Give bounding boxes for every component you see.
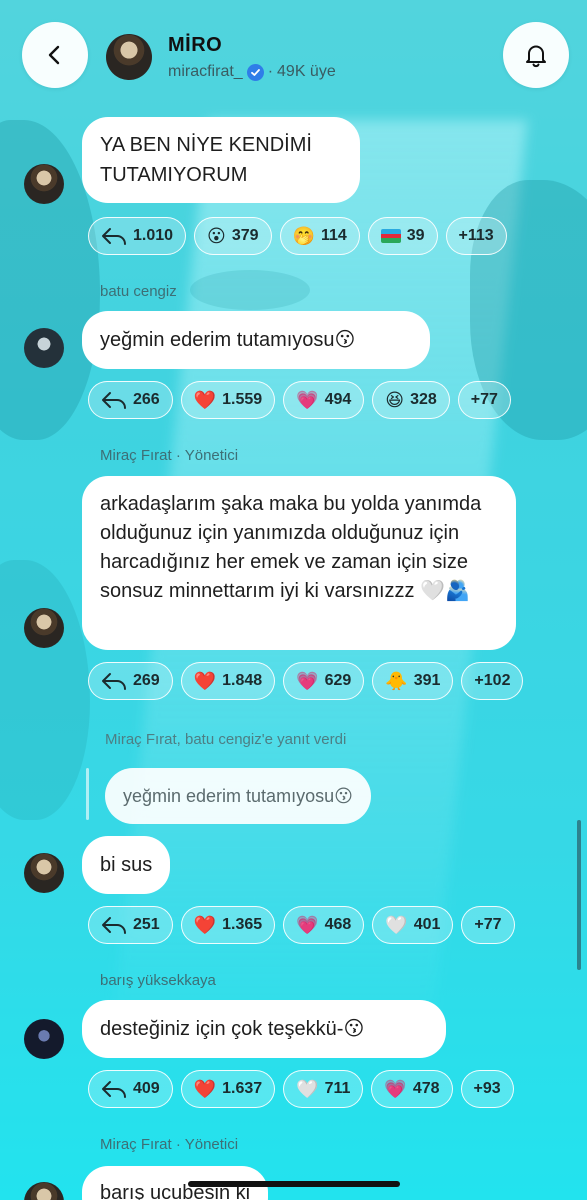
reply-icon [101, 1080, 127, 1098]
sender-avatar[interactable] [24, 328, 64, 368]
more-reactions-chip[interactable]: +113 [445, 217, 507, 255]
message-bubble[interactable]: desteğiniz için çok teşekkü-😗 [82, 1000, 446, 1058]
message-text: desteğiniz için çok teşekkü-😗 [100, 1018, 365, 1040]
sender-avatar[interactable] [24, 608, 64, 648]
sender-avatar[interactable] [24, 1182, 64, 1200]
reaction-chip[interactable]: ❤️ 1.848 [180, 662, 276, 700]
more-reactions-chip[interactable]: +77 [461, 906, 515, 944]
bell-icon [526, 45, 546, 68]
admin-role-label: · Yönetici [175, 1136, 239, 1153]
red-heart-emoji: ❤️ [193, 390, 217, 410]
message-text: arkadaşlarım şaka maka bu yolda yanımda … [100, 493, 482, 602]
reply-count-chip[interactable]: 269 [88, 662, 173, 700]
white-heart-emoji: 🤍 [296, 1079, 319, 1099]
reaction-chip[interactable]: 💗 494 [283, 381, 365, 419]
red-heart-emoji: ❤️ [193, 915, 217, 935]
sender-avatar[interactable] [24, 853, 64, 893]
reply-count-chip[interactable]: 266 [88, 381, 173, 419]
channel-title[interactable]: MİRO [168, 34, 222, 57]
member-count: 49K üye [277, 63, 336, 80]
sender-avatar[interactable] [24, 1019, 64, 1059]
reaction-chip[interactable]: ❤️ 1.365 [180, 906, 276, 944]
reply-count-chip[interactable]: 1.010 [88, 217, 187, 255]
channel-header: MİRO miracfirat_ · 49K üye [0, 0, 587, 110]
channel-username: miracfirat_ [168, 63, 243, 80]
reaction-chip[interactable]: 😆 328 [372, 381, 450, 419]
reaction-chip[interactable]: 🐥 391 [372, 662, 454, 700]
reaction-chip[interactable]: 🤍 711 [283, 1070, 364, 1108]
reaction-bar: 269 ❤️ 1.848 💗 629 🐥 391 +102 [88, 662, 524, 700]
reaction-chip[interactable]: 😮 379 [194, 217, 272, 255]
notifications-button[interactable] [503, 22, 569, 88]
scrollbar[interactable] [577, 820, 581, 970]
channel-subtitle: miracfirat_ · 49K üye [168, 63, 336, 81]
quoted-message[interactable]: yeğmin ederim tutamıyosu😗 [105, 768, 371, 824]
sender-avatar[interactable] [24, 164, 64, 204]
reaction-chip[interactable]: ❤️ 1.559 [180, 381, 276, 419]
reaction-chip[interactable]: ❤️ 1.637 [180, 1070, 276, 1108]
reaction-chip[interactable]: 💗 629 [283, 662, 365, 700]
sender-name-text: Miraç Fırat [100, 447, 172, 464]
message-text: bi sus [100, 854, 153, 876]
hand-over-mouth-emoji: 🤭 [292, 226, 315, 246]
reaction-chip[interactable]: 🤭 114 [279, 217, 360, 255]
astonished-emoji: 😮 [207, 226, 226, 246]
reply-icon [101, 391, 127, 409]
reply-count-chip[interactable]: 251 [88, 906, 173, 944]
more-reactions-chip[interactable]: +93 [460, 1070, 514, 1108]
channel-avatar[interactable] [106, 34, 152, 80]
reaction-bar: 251 ❤️ 1.365 💗 468 🤍 401 +77 [88, 906, 515, 944]
pink-heart-emoji: 💗 [384, 1079, 407, 1099]
message-bubble[interactable]: bi sus [82, 836, 171, 894]
reaction-chip[interactable]: 💗 478 [371, 1070, 453, 1108]
sender-name: batu cengiz [100, 283, 177, 300]
message-text: YA BEN NİYE KENDİMİ TUTAMIYORUM [100, 134, 312, 186]
reply-note: Miraç Fırat, batu cengiz'e yanıt verdi [105, 731, 347, 748]
sender-name-text: Miraç Fırat [100, 1136, 172, 1153]
reaction-chip[interactable]: 🤍 401 [372, 906, 454, 944]
admin-role-label: · Yönetici [175, 447, 239, 464]
message-text: yeğmin ederim tutamıyosu😗 [100, 329, 356, 351]
reaction-chip[interactable]: 💗 468 [283, 906, 365, 944]
more-reactions-chip[interactable]: +77 [457, 381, 511, 419]
white-heart-emoji: 🤍 [385, 915, 408, 935]
chick-emoji: 🐥 [385, 671, 408, 691]
message-bubble[interactable]: arkadaşlarım şaka maka bu yolda yanımda … [82, 476, 516, 650]
flag-azerbaijan-icon [380, 229, 401, 243]
reply-icon [101, 227, 127, 245]
separator-dot: · [267, 63, 274, 80]
reply-icon [101, 672, 127, 690]
laughing-emoji: 😆 [385, 390, 405, 410]
reply-indicator-bar [86, 768, 89, 820]
back-button[interactable] [22, 22, 88, 88]
sender-name: Miraç Fırat · Yönetici [100, 1136, 238, 1153]
reply-count-chip[interactable]: 409 [88, 1070, 173, 1108]
home-indicator[interactable] [188, 1181, 400, 1187]
more-reactions-chip[interactable]: +102 [461, 662, 524, 700]
reaction-bar: 1.010 😮 379 🤭 114 39 +113 [88, 217, 507, 255]
reaction-bar: 409 ❤️ 1.637 🤍 711 💗 478 +93 [88, 1070, 514, 1108]
sender-name: Miraç Fırat · Yönetici [100, 447, 238, 464]
back-arrow-icon [48, 45, 60, 65]
message-bubble[interactable]: YA BEN NİYE KENDİMİ TUTAMIYORUM [82, 117, 360, 203]
verified-icon [246, 63, 264, 81]
reply-icon [101, 916, 127, 934]
red-heart-emoji: ❤️ [193, 671, 217, 691]
quoted-text: yeğmin ederim tutamıyosu😗 [123, 785, 353, 806]
red-heart-emoji: ❤️ [193, 1079, 217, 1099]
pink-heart-emoji: 💗 [296, 671, 319, 691]
message-bubble[interactable]: yeğmin ederim tutamıyosu😗 [82, 311, 430, 369]
sender-name: barış yüksekkaya [100, 972, 216, 989]
reaction-chip[interactable]: 39 [367, 217, 438, 255]
reaction-bar: 266 ❤️ 1.559 💗 494 😆 328 +77 [88, 381, 511, 419]
pink-heart-emoji: 💗 [296, 915, 319, 935]
pink-heart-emoji: 💗 [296, 390, 319, 410]
